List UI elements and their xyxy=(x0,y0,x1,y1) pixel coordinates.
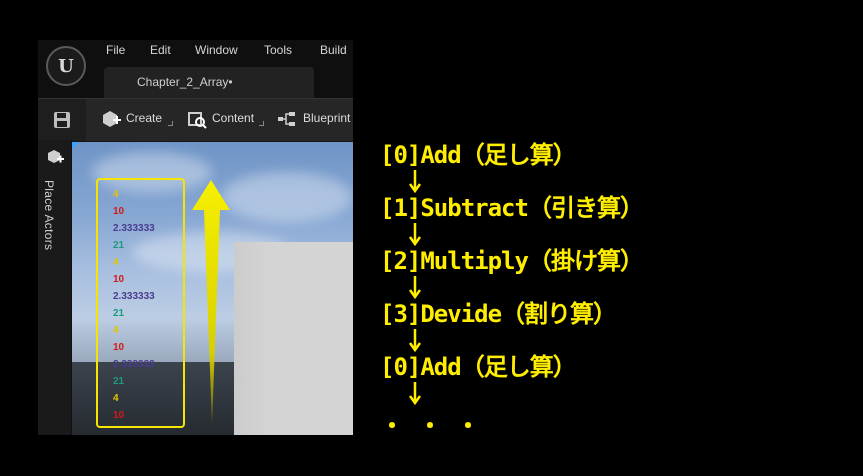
create-button[interactable]: Create xyxy=(100,111,178,131)
operation-step: [2]Multiply（掛け算） xyxy=(380,247,644,275)
log-line: 4 xyxy=(113,393,119,404)
content-button[interactable]: Content xyxy=(186,111,266,131)
menu-window[interactable]: Window xyxy=(195,43,238,57)
log-line: 2.333333 xyxy=(113,223,155,234)
menu-build[interactable]: Build xyxy=(320,43,347,57)
cube-shading xyxy=(234,242,353,435)
down-arrow-icon xyxy=(408,329,422,352)
operation-step: [0]Add（足し算） xyxy=(380,141,577,169)
level-tab[interactable]: Chapter_2_Array• xyxy=(104,67,314,98)
menu-file[interactable]: File xyxy=(106,43,125,57)
scroll-up-arrow-icon xyxy=(192,180,230,424)
log-line: 10 xyxy=(113,206,125,217)
down-arrow-icon xyxy=(408,382,422,405)
create-dropdown-icon xyxy=(168,121,173,126)
level-tab-label: Chapter_2_Array• xyxy=(137,75,233,89)
log-line: 2.333333 xyxy=(113,359,155,370)
content-browser-icon xyxy=(188,112,207,129)
log-line: 21 xyxy=(113,240,125,251)
place-actors-icon[interactable] xyxy=(46,148,64,166)
log-line: 4 xyxy=(113,257,119,268)
blueprint-button-label: Blueprint xyxy=(303,111,351,125)
save-icon xyxy=(54,112,70,128)
continuation-ellipsis: ・・・ xyxy=(380,412,494,440)
log-line: 10 xyxy=(113,410,125,421)
blueprint-icon xyxy=(278,112,295,126)
down-arrow-icon xyxy=(408,223,422,246)
down-arrow-icon xyxy=(408,276,422,299)
log-line: 10 xyxy=(113,274,125,285)
operation-step: [3]Devide（割り算） xyxy=(380,300,617,328)
log-line: 4 xyxy=(113,189,119,200)
menu-bar: U File Edit Window Tools Build Chapter_2… xyxy=(38,40,353,98)
log-line: 2.333333 xyxy=(113,291,155,302)
main-toolbar: Create Content Blueprint xyxy=(38,98,353,141)
place-actors-panel: Place Actors xyxy=(38,140,72,435)
save-button[interactable] xyxy=(38,99,86,141)
log-line: 21 xyxy=(113,308,125,319)
down-arrow-icon xyxy=(408,170,422,193)
unreal-logo-icon[interactable]: U xyxy=(46,46,86,86)
create-actor-icon xyxy=(103,111,121,127)
content-dropdown-icon xyxy=(259,121,264,126)
log-line: 21 xyxy=(113,376,125,387)
operation-step: [1]Subtract（引き算） xyxy=(380,194,644,222)
place-actors-tab[interactable]: Place Actors xyxy=(42,180,56,250)
content-button-label: Content xyxy=(212,111,255,125)
viewport-corner-marker xyxy=(72,142,79,149)
log-highlight-box xyxy=(96,178,185,428)
create-button-label: Create xyxy=(126,111,163,125)
operation-step: [0]Add（足し算） xyxy=(380,353,577,381)
log-line: 4 xyxy=(113,325,119,336)
log-line: 10 xyxy=(113,342,125,353)
menu-tools[interactable]: Tools xyxy=(264,43,292,57)
blueprint-button[interactable]: Blueprint xyxy=(276,111,353,131)
menu-edit[interactable]: Edit xyxy=(150,43,171,57)
